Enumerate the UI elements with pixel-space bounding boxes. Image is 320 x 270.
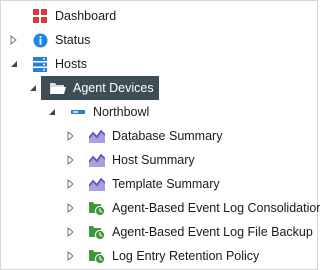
tree-item-dashboard[interactable]: Dashboard: [1, 4, 317, 28]
tree-item-event-log-file-backup[interactable]: Agent-Based Event Log File Backup: [1, 220, 317, 244]
policy-clock-icon: [89, 248, 105, 264]
expand-arrow-icon[interactable]: [66, 131, 76, 141]
device-icon: [70, 104, 86, 120]
policy-clock-icon: [89, 224, 105, 240]
tree-item-log-entry-retention-policy[interactable]: Log Entry Retention Policy: [1, 244, 317, 268]
tree-item-label: Hosts: [55, 57, 87, 71]
info-icon: [32, 32, 48, 48]
tree-item-template-summary[interactable]: Template Summary: [1, 172, 317, 196]
chart-icon: [89, 152, 105, 168]
expand-arrow-icon[interactable]: [66, 203, 76, 213]
expand-arrow-icon[interactable]: [66, 251, 76, 261]
policy-clock-icon: [89, 200, 105, 216]
tree-item-hosts[interactable]: Hosts: [1, 52, 317, 76]
tree-item-label: Template Summary: [112, 177, 220, 191]
tree-item-label: Agent Devices: [73, 81, 154, 95]
expand-arrow-icon[interactable]: [66, 155, 76, 165]
tree-item-label: Agent-Based Event Log Consolidation: [112, 201, 320, 215]
tree-item-label: Log Entry Retention Policy: [112, 249, 260, 263]
tree-item-event-log-consolidation[interactable]: Agent-Based Event Log Consolidation: [1, 196, 320, 220]
tree-item-northbowl[interactable]: Northbowl: [1, 100, 317, 124]
collapse-arrow-icon[interactable]: [47, 107, 57, 117]
chart-icon: [89, 128, 105, 144]
tree-view: Dashboard Status Hosts Agent Devices Nor…: [0, 0, 320, 270]
dashboard-icon: [32, 8, 48, 24]
tree-item-label: Status: [55, 33, 91, 47]
folder-icon: [50, 80, 66, 96]
collapse-arrow-icon[interactable]: [28, 83, 38, 93]
tree-item-label: Host Summary: [112, 153, 195, 167]
expand-arrow-icon[interactable]: [66, 227, 76, 237]
collapse-arrow-icon[interactable]: [9, 59, 19, 69]
tree-item-label: Northbowl: [93, 105, 150, 119]
expand-arrow-icon[interactable]: [9, 35, 19, 45]
tree-item-agent-devices[interactable]: Agent Devices: [41, 76, 159, 100]
expand-arrow-icon[interactable]: [66, 179, 76, 189]
tree-item-label: Database Summary: [112, 129, 223, 143]
chart-icon: [89, 176, 105, 192]
tree-item-status[interactable]: Status: [1, 28, 317, 52]
tree-item-label: Agent-Based Event Log File Backup: [112, 225, 313, 239]
tree-item-label: Dashboard: [55, 9, 117, 23]
tree-item-host-summary[interactable]: Host Summary: [1, 148, 317, 172]
server-icon: [32, 56, 48, 72]
tree-item-database-summary[interactable]: Database Summary: [1, 124, 317, 148]
